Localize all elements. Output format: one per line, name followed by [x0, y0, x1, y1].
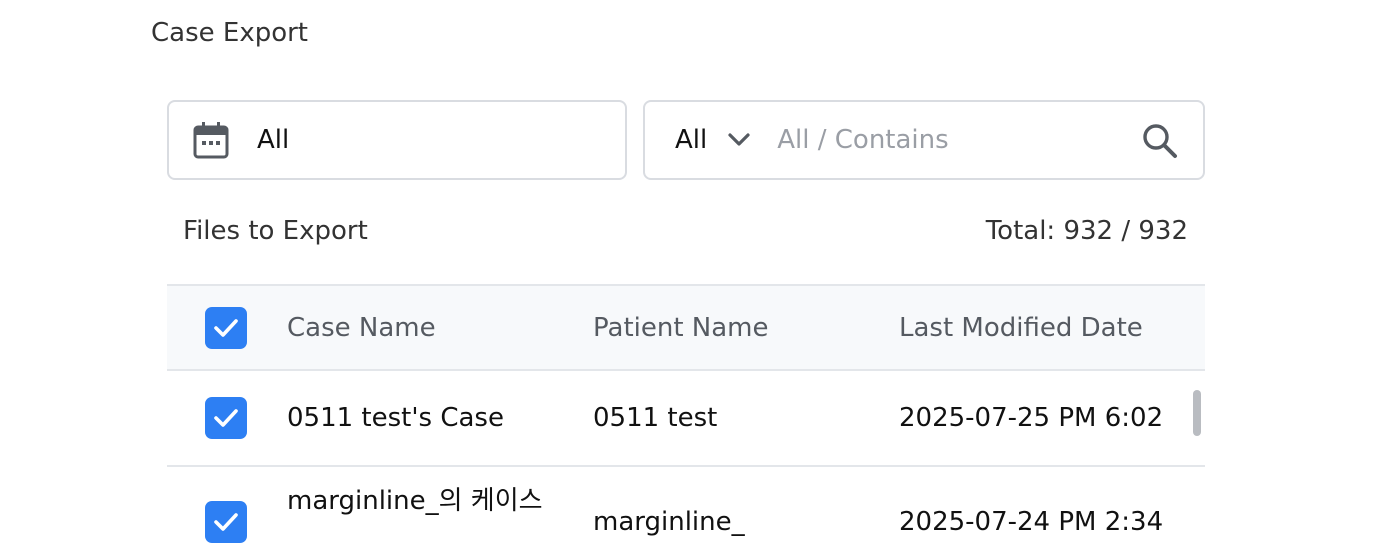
- case-name-cell: marginline_의 케이스: [287, 486, 543, 516]
- search-scope-select[interactable]: All: [675, 125, 751, 155]
- table-row[interactable]: 0511 test's Case 0511 test 2025-07-25 PM…: [167, 371, 1205, 467]
- table-scrollbar[interactable]: [1193, 390, 1201, 436]
- page-title: Case Export: [151, 18, 309, 48]
- column-header-last-modified[interactable]: Last Modified Date: [899, 313, 1143, 343]
- table-row[interactable]: marginline_의 케이스 marginline_ 2025-07-24 …: [167, 467, 1205, 560]
- column-header-case-name[interactable]: Case Name: [287, 313, 436, 343]
- search-icon[interactable]: [1141, 122, 1179, 160]
- modified-date-cell: 2025-07-25 PM 6:02: [899, 403, 1164, 433]
- search-input[interactable]: [777, 125, 1098, 155]
- patient-name-cell: marginline_: [593, 507, 745, 537]
- files-section-title: Files to Export: [183, 216, 368, 246]
- case-name-cell: 0511 test's Case: [287, 403, 504, 433]
- select-all-checkbox[interactable]: [205, 306, 247, 349]
- modified-date-cell: 2025-07-24 PM 2:34: [899, 507, 1164, 537]
- calendar-icon: [191, 120, 231, 160]
- table-header: Case Name Patient Name Last Modified Dat…: [167, 284, 1205, 371]
- patient-name-cell: 0511 test: [593, 403, 718, 433]
- search-box: All: [643, 100, 1205, 180]
- search-scope-value: All: [675, 125, 708, 155]
- checkmark-icon: [214, 318, 238, 337]
- total-count: Total: 932 / 932: [985, 216, 1188, 246]
- date-filter[interactable]: All: [167, 100, 627, 180]
- row-checkbox[interactable]: [205, 397, 247, 439]
- column-header-patient-name[interactable]: Patient Name: [593, 313, 769, 343]
- row-checkbox[interactable]: [205, 501, 247, 543]
- date-filter-value: All: [257, 125, 290, 155]
- files-table: Case Name Patient Name Last Modified Dat…: [167, 284, 1205, 560]
- chevron-down-icon: [727, 128, 751, 152]
- checkmark-icon: [214, 513, 238, 531]
- checkmark-icon: [214, 409, 238, 427]
